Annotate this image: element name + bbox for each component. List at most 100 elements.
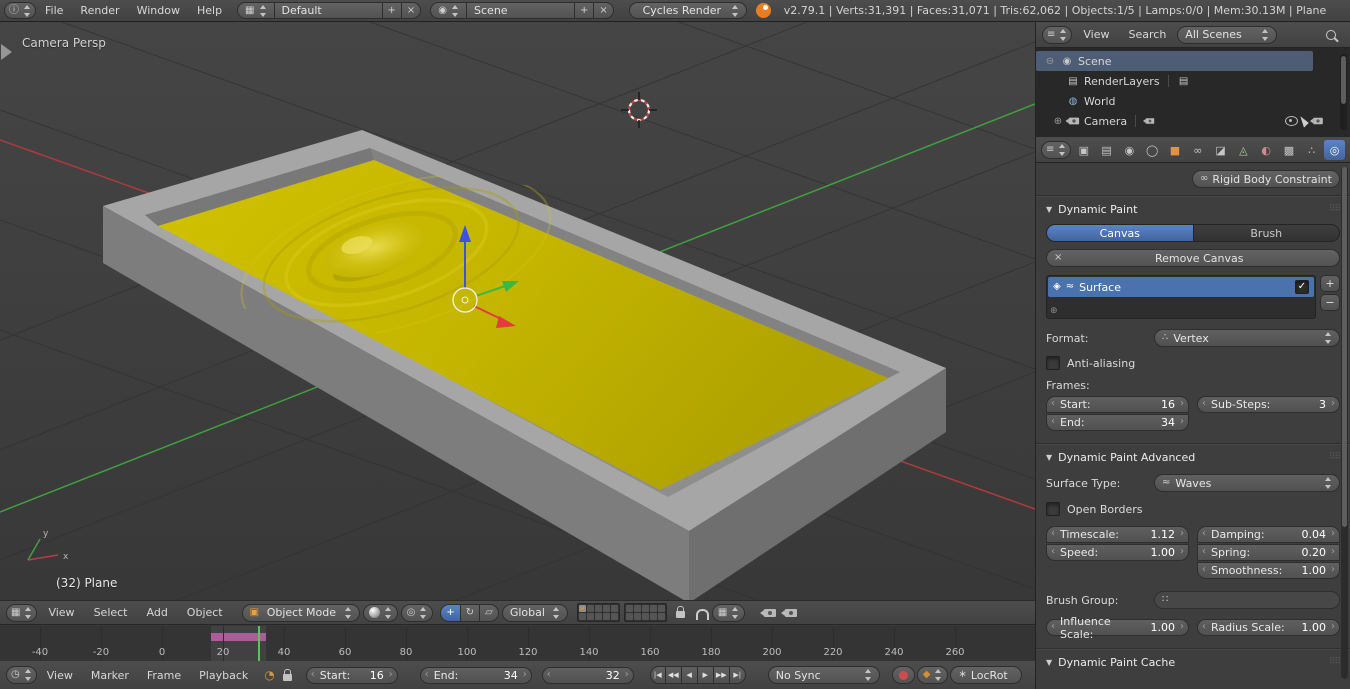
expand-icon[interactable]: ⊕ — [1052, 116, 1064, 127]
dynamic-paint-advanced-panel-header[interactable]: ▼ Dynamic Paint Advanced ⠿⠿ — [1046, 448, 1341, 466]
tab-texture[interactable]: ▩ — [1279, 140, 1300, 160]
menu-object[interactable]: Object — [179, 601, 231, 624]
current-frame-field[interactable]: 32 — [541, 666, 634, 684]
timeline-start-field[interactable]: Start: 16 — [305, 666, 398, 684]
tab-world[interactable]: ◯ — [1142, 140, 1163, 160]
snap-element-dropdown[interactable]: ▦ — [711, 603, 746, 622]
timeline-ruler[interactable]: -40 -20 0 20 40 60 80 100 120 140 160 18… — [0, 626, 1035, 662]
list-filter-icon[interactable]: ⊕ — [1050, 306, 1058, 316]
anti-aliasing-checkbox[interactable] — [1046, 356, 1060, 370]
add-scene-button[interactable]: + — [575, 2, 595, 19]
tab-render[interactable]: ▣ — [1073, 140, 1094, 160]
tab-object[interactable]: ■ — [1165, 140, 1186, 160]
collapse-icon[interactable]: ⊖ — [1044, 56, 1056, 67]
layer-cell[interactable] — [594, 605, 602, 612]
layer-cell[interactable] — [602, 613, 610, 620]
translate-manipulator-button[interactable]: + — [440, 603, 461, 622]
tab-canvas[interactable]: Canvas — [1046, 224, 1194, 242]
dynamic-paint-cache-panel-header[interactable]: ▼ Dynamic Paint Cache ⠿⠿ — [1046, 653, 1341, 671]
layer-cell[interactable] — [657, 613, 665, 620]
editor-type-button-properties[interactable]: ≡ — [1041, 141, 1072, 159]
preview-range-icon[interactable]: ◔ — [264, 669, 274, 681]
scale-manipulator-button[interactable]: ▱ — [480, 603, 499, 622]
dp-start-field[interactable]: Start: 16 — [1046, 396, 1189, 413]
menu-search[interactable]: Search — [1121, 22, 1175, 47]
pivot-point-dropdown[interactable]: ◎ — [400, 603, 434, 622]
spring-field[interactable]: Spring: 0.20 — [1197, 544, 1340, 561]
layer-cell[interactable] — [657, 605, 665, 612]
next-keyframe-button[interactable]: ▶▶ — [713, 666, 730, 684]
scene-name-field[interactable]: Scene — [467, 2, 576, 19]
render-animation-button[interactable] — [781, 608, 798, 617]
visibility-eye-icon[interactable] — [1285, 116, 1298, 126]
lock-time-cursor-icon[interactable] — [282, 668, 292, 681]
tab-particles[interactable]: ∴ — [1301, 140, 1322, 160]
lock-scene-icon[interactable] — [675, 606, 685, 618]
brush-group-field[interactable]: ∷ — [1154, 591, 1340, 609]
layer-cell[interactable] — [641, 613, 649, 620]
mode-dropdown[interactable]: ▣ Object Mode — [241, 603, 360, 622]
screen-layout-browse-button[interactable]: ▦ — [237, 2, 275, 19]
surface-list[interactable]: ◈ ≈ Surface ✓ ⊕ — [1046, 275, 1316, 319]
rotate-manipulator-button[interactable]: ↻ — [460, 603, 481, 622]
remove-canvas-button[interactable]: × Remove Canvas — [1046, 249, 1340, 267]
renderability-camera-icon[interactable] — [1309, 117, 1323, 125]
transform-orientation-dropdown[interactable]: Global — [501, 603, 568, 622]
menu-render[interactable]: Render — [72, 0, 127, 21]
editor-type-button-info[interactable]: ⓘ — [4, 2, 36, 19]
screen-layout-name-field[interactable]: Default — [274, 2, 383, 19]
delete-screen-layout-button[interactable]: × — [401, 2, 422, 19]
menu-view[interactable]: View — [40, 601, 82, 624]
outliner-scope-dropdown[interactable]: All Scenes — [1177, 25, 1278, 44]
layer-cell[interactable] — [633, 605, 641, 612]
snap-magnet-icon[interactable] — [695, 609, 709, 620]
editor-type-button-3dview[interactable]: ▦ — [6, 603, 38, 622]
prev-keyframe-button[interactable]: ◀◀ — [665, 666, 682, 684]
layer-cell[interactable] — [610, 605, 618, 612]
outliner-item-renderlayers[interactable]: ▤ RenderLayers ▤ — [1036, 71, 1350, 91]
tab-constraints[interactable]: ∞ — [1187, 140, 1208, 160]
menu-add[interactable]: Add — [139, 601, 176, 624]
surface-enable-checkbox[interactable]: ✓ — [1295, 280, 1309, 294]
menu-marker[interactable]: Marker — [83, 661, 137, 689]
sync-mode-dropdown[interactable]: No Sync — [767, 666, 880, 684]
format-dropdown[interactable]: ∴ Vertex — [1154, 329, 1340, 347]
layers-group-1[interactable] — [576, 603, 620, 622]
smoothness-field[interactable]: Smoothness: 1.00 — [1197, 562, 1340, 579]
viewport-shading-dropdown[interactable] — [362, 603, 398, 622]
tab-scene[interactable]: ◉ — [1119, 140, 1140, 160]
timeline-end-field[interactable]: End: 34 — [419, 666, 532, 684]
layer-cell[interactable] — [633, 613, 641, 620]
editor-type-button-timeline[interactable]: ◷ — [6, 666, 37, 684]
menu-frame[interactable]: Frame — [139, 661, 189, 689]
tab-modifiers[interactable]: ◪ — [1210, 140, 1231, 160]
influence-scale-field[interactable]: Influence Scale: 1.00 — [1046, 615, 1189, 641]
layer-cell[interactable] — [649, 613, 657, 620]
speed-field[interactable]: Speed: 1.00 — [1046, 544, 1189, 561]
menu-window[interactable]: Window — [129, 0, 188, 21]
layer-cell[interactable] — [649, 605, 657, 612]
properties-scrollbar[interactable] — [1341, 167, 1348, 679]
keying-set-dropdown[interactable]: ◆ — [916, 666, 949, 684]
timescale-field[interactable]: Timescale: 1.12 — [1046, 526, 1189, 543]
scene-browse-button[interactable]: ◉ — [430, 2, 468, 19]
outliner-scrollbar[interactable] — [1340, 54, 1347, 130]
layer-cell[interactable] — [586, 605, 594, 612]
rigid-body-constraint-button[interactable]: ∞ Rigid Body Constraint — [1192, 170, 1340, 188]
add-surface-button[interactable]: + — [1320, 275, 1340, 292]
selectability-cursor-icon[interactable] — [1300, 114, 1310, 128]
menu-view[interactable]: View — [1075, 22, 1117, 47]
layers-group-2[interactable] — [623, 603, 667, 622]
surface-list-item[interactable]: ◈ ≈ Surface ✓ — [1048, 277, 1314, 297]
play-reverse-button[interactable]: ◀ — [681, 666, 698, 684]
search-icon[interactable] — [1326, 29, 1336, 40]
delete-scene-button[interactable]: × — [594, 2, 614, 19]
open-borders-checkbox[interactable] — [1046, 502, 1060, 516]
tab-material[interactable]: ◐ — [1256, 140, 1277, 160]
tab-physics[interactable]: ◎ — [1324, 140, 1345, 160]
viewport-canvas[interactable]: x y — [0, 22, 1035, 600]
outliner-item-scene[interactable]: ⊖ ◉ Scene — [1036, 51, 1313, 71]
active-keying-set-button[interactable]: ∗ LocRot — [950, 666, 1023, 684]
current-frame-playhead[interactable] — [258, 626, 260, 661]
add-screen-layout-button[interactable]: + — [382, 2, 402, 19]
